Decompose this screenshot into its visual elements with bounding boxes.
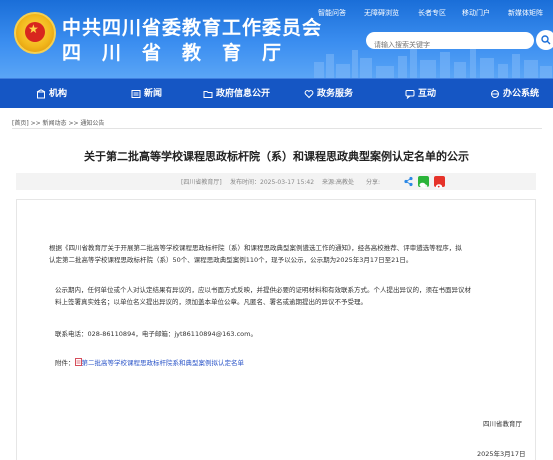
attachment-label: 附件： xyxy=(55,359,75,367)
weibo-icon xyxy=(435,184,443,189)
nav-item-interaction[interactable]: 互动 xyxy=(405,79,436,109)
nav-label: 政务服务 xyxy=(317,89,354,99)
top-link-new-media[interactable]: 新媒体矩阵 xyxy=(508,8,543,18)
chat-icon xyxy=(405,89,415,99)
search-input[interactable] xyxy=(366,36,516,54)
attachment-row: 附件： 第二批高等学校课程思政标杆院系和典型案例拟认定名单 xyxy=(55,357,244,369)
building-icon xyxy=(36,88,46,98)
heart-hand-icon xyxy=(304,89,314,98)
weibo-share-icon[interactable] xyxy=(434,176,445,189)
search-icon xyxy=(541,35,551,45)
attachment-link[interactable]: 第二批高等学校课程思政标杆院系和典型案例拟认定名单 xyxy=(82,359,245,367)
nav-item-news[interactable]: 新闻 xyxy=(131,79,162,109)
breadcrumb[interactable]: [首页] >> 新闻动态 >> 通知公告 xyxy=(12,118,104,127)
wechat-icon xyxy=(419,182,428,189)
paragraph-1-line-1: 根据《四川省教育厅关于开展第二批高等学校课程思政标杆院（系）和课程思政典型案例遴… xyxy=(49,244,462,252)
wechat-share-icon[interactable] xyxy=(418,176,429,189)
folder-icon xyxy=(203,90,213,98)
signature: 四川省教育厅 xyxy=(483,420,522,428)
nav-item-office-system[interactable]: 办公系统 xyxy=(490,79,539,109)
top-link-accessibility[interactable]: 无障碍浏览 xyxy=(364,8,399,18)
search-box xyxy=(366,32,534,54)
meta-share-label: 分享: xyxy=(366,179,381,186)
paragraph-2-line-2: 料上签署真实姓名；以单位名义提出异议的，须加盖本单位公章。凡匿名、署名或逾期提出… xyxy=(55,298,367,306)
article-meta-bar: [四川省教育厅] 发布时间：2025-03-17 15:42 来源:高教处 分享… xyxy=(16,173,536,190)
top-link-smart-qa[interactable]: 智能问答 xyxy=(318,8,346,18)
attachment-file-icon xyxy=(74,358,82,366)
nav-item-gov-info[interactable]: 政府信息公开 xyxy=(203,79,270,109)
top-link-mobile[interactable]: 移动门户 xyxy=(462,8,490,18)
article-title: 关于第二批高等学校课程思政标杆院（系）和课程思政典型案例认定名单的公示 xyxy=(84,150,469,163)
site-header: ★ 中共四川省委教育工作委员会 四川省教育厅 智能问答 无障碍浏览 长者专区 移… xyxy=(0,0,553,78)
share-icon[interactable] xyxy=(403,176,414,187)
nav-label: 政府信息公开 xyxy=(216,89,271,99)
nav-label: 机构 xyxy=(49,89,68,99)
paragraph-1-line-2: 认定第二批高等学校课程思政标杆院（系）50个、课程思政典型案例110个，现予以公… xyxy=(49,256,413,264)
paragraph-2-line-1: 公示期内，任何单位或个人对认定结果有异议的，应以书面方式反映，并提供必要的证明材… xyxy=(55,286,471,294)
nav-item-services[interactable]: 政务服务 xyxy=(304,79,353,109)
top-links: 智能问答 无障碍浏览 长者专区 移动门户 新媒体矩阵 xyxy=(0,8,553,22)
top-link-elderly[interactable]: 长者专区 xyxy=(418,8,446,18)
search-button[interactable] xyxy=(536,30,553,50)
nav-label: 互动 xyxy=(418,89,437,99)
meta-source: [四川省教育厅] xyxy=(181,179,222,186)
nav-label: 办公系统 xyxy=(503,89,540,99)
article-content: 根据《四川省教育厅关于开展第二批高等学校课程思政标杆院（系）和课程思政典型案例遴… xyxy=(16,199,536,460)
issue-date: 2025年3月17日 xyxy=(477,450,526,458)
breadcrumb-divider xyxy=(12,128,542,129)
meta-author: 来源:高教处 xyxy=(322,179,355,186)
meta-publish-time: 发布时间：2025-03-17 15:42 xyxy=(230,179,315,186)
site-title-department[interactable]: 四川省教育厅 xyxy=(62,38,302,65)
main-nav: 机构 新闻 政府信息公开 政务服务 互动 办公系统 xyxy=(0,78,553,108)
newspaper-icon xyxy=(131,89,141,98)
contact-info: 联系电话：028-86110894，电子邮箱：jyt86110894@163.c… xyxy=(55,330,257,338)
nav-item-org[interactable]: 机构 xyxy=(36,79,67,109)
nav-label: 新闻 xyxy=(144,89,163,99)
system-icon xyxy=(491,89,499,98)
